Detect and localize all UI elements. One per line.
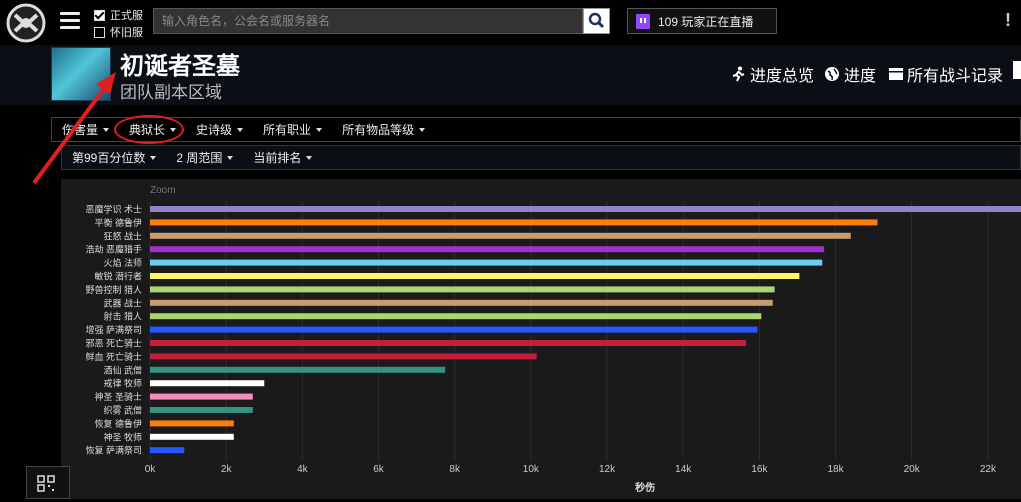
grid-icon xyxy=(37,475,55,492)
qr-grid-button[interactable] xyxy=(26,466,70,499)
annotation-arrow xyxy=(32,72,116,185)
